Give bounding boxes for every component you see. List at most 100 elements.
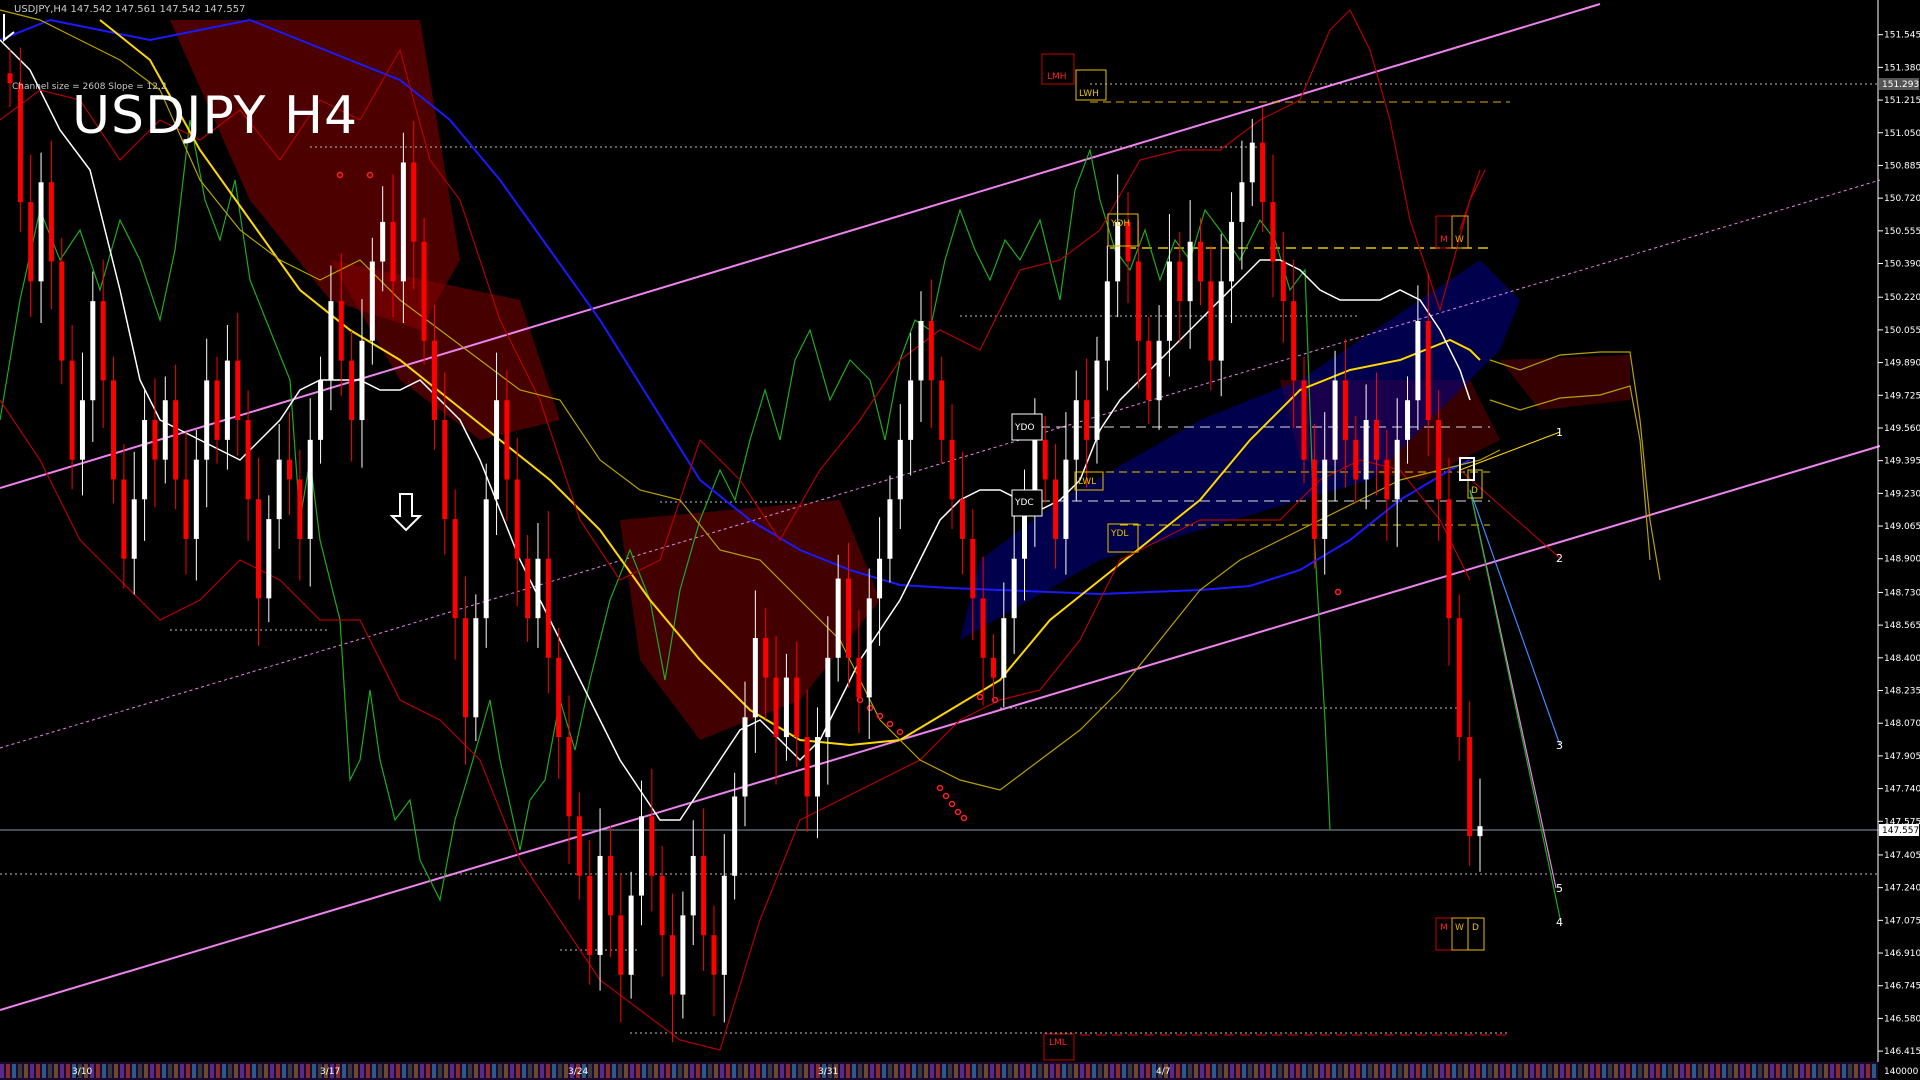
date-label-3-31: 3/31 [818, 1067, 838, 1077]
candle-body [1270, 202, 1276, 262]
wave-label-5: 5 [1556, 882, 1563, 895]
date-strip-cell [354, 1064, 358, 1078]
candle-body [1177, 261, 1183, 302]
date-strip-cell [1668, 1064, 1672, 1078]
date-strip-cell [0, 1064, 4, 1078]
date-strip-cell [1278, 1064, 1282, 1078]
date-strip-cell [48, 1064, 52, 1078]
date-strip-cell [1014, 1064, 1018, 1078]
date-strip-cell [1830, 1064, 1834, 1078]
candle-body [452, 519, 458, 619]
price-tick-label: 150.390 [1884, 260, 1920, 270]
date-strip-cell [1836, 1064, 1840, 1078]
date-strip-cell [1776, 1064, 1780, 1078]
date-strip-cell [1692, 1064, 1696, 1078]
date-strip-cell [624, 1064, 628, 1078]
date-strip-cell [1584, 1064, 1588, 1078]
date-strip-cell [1068, 1064, 1072, 1078]
date-strip-cell [888, 1064, 892, 1078]
date-strip-cell [240, 1064, 244, 1078]
candle-body [887, 499, 893, 559]
candle-body [17, 83, 23, 203]
candle-body [1260, 142, 1266, 203]
date-strip-cell [1374, 1064, 1378, 1078]
date-strip-cell [1494, 1064, 1498, 1078]
candle-body [69, 360, 75, 460]
date-strip-cell [528, 1064, 532, 1078]
channel-top-price: 151.293 [1882, 80, 1919, 90]
top-w-tag: W [1455, 235, 1464, 245]
candle-body [442, 420, 448, 520]
candle-body [680, 915, 686, 995]
candle-body [939, 380, 945, 440]
date-label-4-7: 4/7 [1156, 1067, 1170, 1077]
date-strip-cell [1254, 1064, 1258, 1078]
date-strip-cell [540, 1064, 544, 1078]
date-strip-cell [1098, 1064, 1102, 1078]
date-strip-cell [1686, 1064, 1690, 1078]
date-strip-cell [1548, 1064, 1552, 1078]
date-strip-cell [714, 1064, 718, 1078]
date-strip-cell [168, 1064, 172, 1078]
candle-body [959, 499, 965, 539]
candle-body [752, 637, 758, 718]
date-strip-cell [1704, 1064, 1708, 1078]
date-strip-cell [1572, 1064, 1576, 1078]
lwl-label: LWL [1078, 477, 1096, 487]
date-strip-cell [1230, 1064, 1234, 1078]
date-strip-cell [54, 1064, 58, 1078]
price-chart[interactable]: 1 2 3 5 4 LMH LWH YDH YDO YDC LWL YDL LM… [0, 0, 1920, 1080]
date-strip-cell [1170, 1064, 1174, 1078]
top-m-tag: M [1440, 235, 1448, 245]
candle-body [1166, 261, 1172, 341]
candle-body [949, 439, 955, 500]
price-tick-label: 149.560 [1884, 424, 1920, 434]
date-strip-cell [1392, 1064, 1396, 1078]
date-strip-cell [288, 1064, 292, 1078]
candle-body [1446, 499, 1452, 619]
date-strip-cell [720, 1064, 724, 1078]
candle-body [204, 380, 210, 460]
date-strip-cell [510, 1064, 514, 1078]
date-strip-cell [252, 1064, 256, 1078]
date-strip-cell [1038, 1064, 1042, 1078]
candle-body [701, 855, 707, 936]
price-tick-label: 146.415 [1884, 1047, 1920, 1057]
candle-body [783, 677, 789, 738]
date-strip-cell [366, 1064, 370, 1078]
date-strip-cell [768, 1064, 772, 1078]
date-strip-cell [1422, 1064, 1426, 1078]
candle-body [369, 261, 375, 341]
candle-body [1353, 439, 1359, 480]
date-strip-cell [1362, 1064, 1366, 1078]
wave-label-2: 2 [1556, 552, 1563, 565]
candle-body [690, 855, 696, 916]
date-strip-cell [852, 1064, 856, 1078]
date-strip-cell [1134, 1064, 1138, 1078]
mini-d-tag: D [1471, 486, 1478, 496]
candle-body [1373, 420, 1379, 460]
lmh-label: LMH [1047, 72, 1067, 82]
date-strip-cell [630, 1064, 634, 1078]
date-strip-cell [174, 1064, 178, 1078]
candle-body [473, 618, 479, 718]
date-strip-cell [1512, 1064, 1516, 1078]
candle-body [721, 875, 727, 975]
candle-body [79, 400, 85, 460]
date-strip-cell [804, 1064, 808, 1078]
price-tick-label: 147.905 [1884, 752, 1920, 762]
price-tick-label: 148.070 [1884, 719, 1920, 729]
date-strip-cell [276, 1064, 280, 1078]
date-strip-cell [966, 1064, 970, 1078]
date-strip-cell [1452, 1064, 1456, 1078]
date-strip-cell [1326, 1064, 1330, 1078]
date-strip-cell [1866, 1064, 1870, 1078]
candle-body [142, 420, 148, 500]
date-strip-cell [840, 1064, 844, 1078]
candle-body [566, 737, 572, 817]
date-strip-cell [144, 1064, 148, 1078]
price-tick-label: 147.740 [1884, 785, 1920, 795]
date-strip-cell [444, 1064, 448, 1078]
date-strip-cell [744, 1064, 748, 1078]
date-strip-cell [1302, 1064, 1306, 1078]
